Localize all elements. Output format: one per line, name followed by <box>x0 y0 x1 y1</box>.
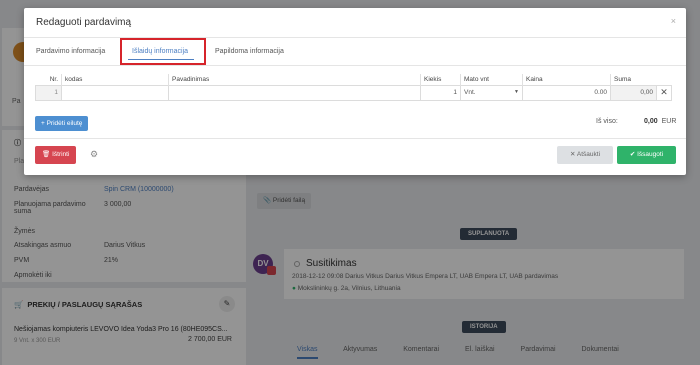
table-row: 1 1 Vnt. ▼ 0.00 0,00 ✕ <box>35 84 672 101</box>
cancel-button[interactable]: ✕ Atšaukti <box>557 146 613 164</box>
remove-row-icon[interactable]: ✕ <box>656 84 672 101</box>
col-kaina: Kaina <box>522 74 611 85</box>
save-label: Išsaugoti <box>637 151 664 158</box>
tab-sale-info[interactable]: Pardavimo informacija <box>36 48 105 55</box>
col-mato-vnt: Mato vnt <box>460 74 523 85</box>
gear-icon[interactable]: ⚙ <box>90 149 98 160</box>
name-input[interactable] <box>168 84 421 101</box>
total-currency: EUR <box>661 118 677 125</box>
check-icon: ✔ <box>629 151 636 158</box>
col-pavadinimas: Pavadinimas <box>168 74 421 85</box>
code-input[interactable] <box>61 84 169 101</box>
col-kiekis: Kiekis <box>420 74 461 85</box>
row-sum: 0,00 <box>610 84 657 101</box>
quantity-input[interactable]: 1 <box>420 84 461 101</box>
close-icon: ✕ <box>569 151 576 158</box>
expense-table: Nr. kodas Pavadinimas Kiekis Mato vnt Ka… <box>35 74 672 101</box>
table-header-row: Nr. kodas Pavadinimas Kiekis Mato vnt Ka… <box>36 74 672 85</box>
trash-icon: 🗑 <box>42 151 51 158</box>
cancel-label: Atšaukti <box>576 151 601 158</box>
add-row-button[interactable]: + Pridėti eilutę <box>35 116 89 131</box>
footer-divider <box>24 138 686 139</box>
close-icon[interactable]: × <box>671 16 676 26</box>
save-button[interactable]: ✔ Išsaugoti <box>617 146 676 164</box>
tabs-divider <box>24 65 686 66</box>
delete-button[interactable]: 🗑 Ištrinti <box>35 146 77 164</box>
col-actions <box>657 74 672 85</box>
row-nr: 1 <box>35 84 62 101</box>
delete-label: Ištrinti <box>52 151 70 158</box>
chevron-down-icon: ▼ <box>514 89 519 95</box>
col-nr: Nr. <box>49 75 58 83</box>
active-tab-indicator <box>128 59 194 60</box>
total-label: Iš viso: <box>596 118 618 125</box>
total-amount: 0,00 <box>644 118 658 125</box>
unit-select[interactable]: Vnt. ▼ <box>460 84 523 101</box>
price-input[interactable]: 0.00 <box>522 84 611 101</box>
total-value: 0,00 EUR <box>644 118 676 125</box>
edit-sale-modal: Redaguoti pardavimą × Pardavimo informac… <box>24 8 686 175</box>
tab-highlight-box <box>120 38 206 65</box>
tab-additional-info[interactable]: Papildoma informacija <box>215 48 284 55</box>
col-kodas: kodas <box>61 74 169 85</box>
col-suma: Suma <box>610 74 657 85</box>
modal-title: Redaguoti pardavimą <box>36 17 132 28</box>
unit-select-value: Vnt. <box>464 89 476 96</box>
